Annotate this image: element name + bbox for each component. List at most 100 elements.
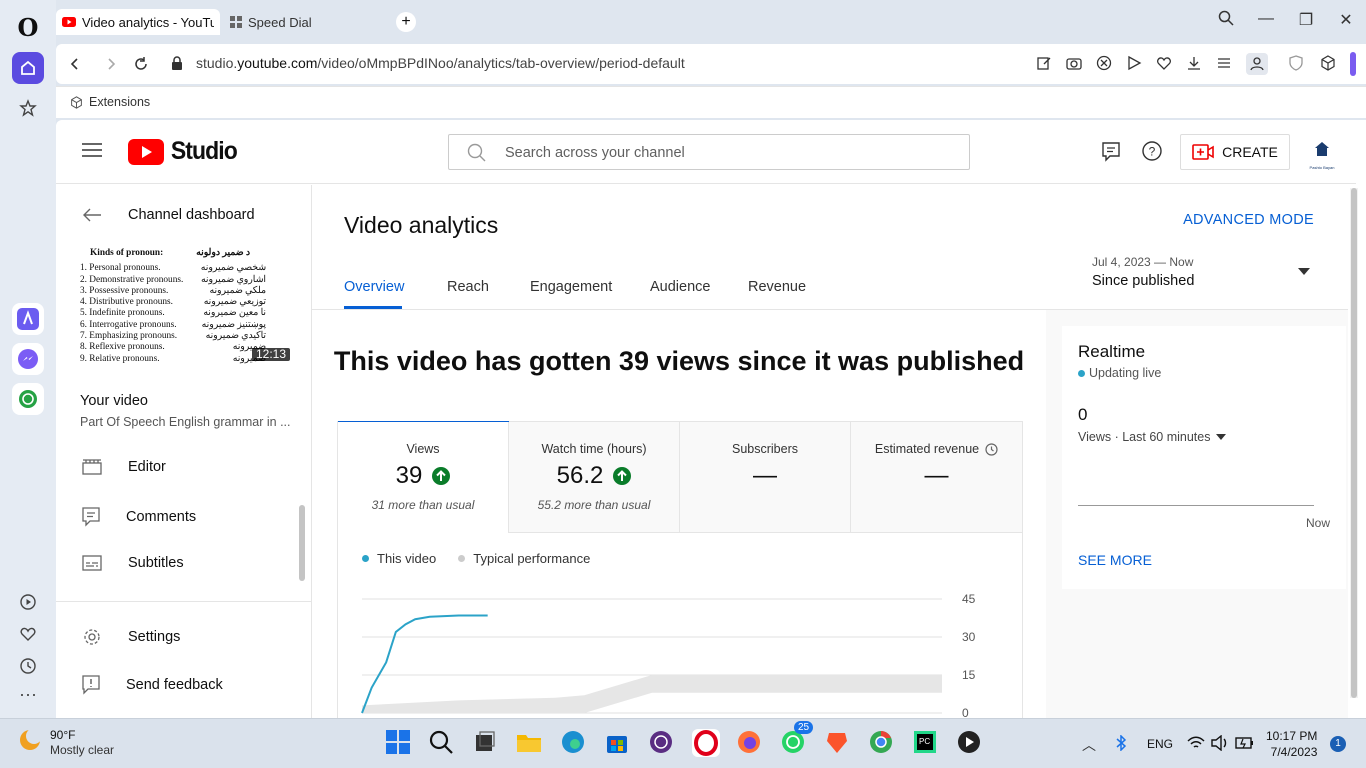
scroll-handle[interactable] <box>1350 52 1356 76</box>
edge-icon[interactable] <box>560 729 588 757</box>
forward-icon[interactable] <box>102 55 120 73</box>
advanced-mode-button[interactable]: ADVANCED MODE <box>1183 212 1314 228</box>
tab-reach[interactable]: Reach <box>447 279 489 295</box>
heart-icon[interactable] <box>1156 55 1174 73</box>
legend-label: Typical performance <box>473 551 591 566</box>
nav-settings[interactable]: Settings <box>82 627 180 647</box>
menu-icon[interactable] <box>82 142 102 158</box>
metric-card-views[interactable]: Views 39 31 more than usual <box>338 422 509 533</box>
tab-revenue[interactable]: Revenue <box>748 279 806 295</box>
y-tick-label: 30 <box>962 630 976 644</box>
opera-logo-icon[interactable]: O <box>14 14 42 42</box>
firefox-icon[interactable] <box>736 729 764 757</box>
tab-engagement[interactable]: Engagement <box>530 279 612 295</box>
wifi-icon[interactable] <box>1187 735 1205 751</box>
whatsapp-icon[interactable] <box>12 383 44 415</box>
metric-label: Estimated revenue <box>874 442 980 456</box>
player-icon[interactable] <box>12 586 44 618</box>
download-icon[interactable] <box>1186 55 1204 73</box>
volume-icon[interactable] <box>1211 735 1229 751</box>
help-icon[interactable]: ? <box>1142 141 1162 161</box>
adblock-icon[interactable] <box>1096 55 1114 73</box>
metric-card-watch-time[interactable]: Watch time (hours) 56.2 55.2 more than u… <box>509 422 680 533</box>
nav-subtitles[interactable]: Subtitles <box>82 555 184 571</box>
address-bar: studio.youtube.com/video/oMmpBPdINoo/ana… <box>56 44 1366 84</box>
nav-editor[interactable]: Editor <box>82 459 166 475</box>
language-indicator[interactable]: ENG <box>1147 737 1173 751</box>
aria-icon[interactable] <box>12 303 44 335</box>
home-icon[interactable] <box>12 52 44 84</box>
edit-icon[interactable] <box>1036 55 1054 73</box>
start-icon[interactable] <box>385 729 413 757</box>
reload-icon[interactable] <box>132 55 150 73</box>
profile-icon[interactable] <box>1246 53 1268 75</box>
tor-icon[interactable] <box>648 729 676 757</box>
channel-dashboard-link[interactable]: Channel dashboard <box>82 207 255 223</box>
windows-taskbar: 90°F Mostly clear 25 PC ︿ ENG 10:17 PM 7… <box>0 718 1366 768</box>
store-icon[interactable] <box>604 729 632 757</box>
more-icon[interactable]: ··· <box>12 678 44 710</box>
file-explorer-icon[interactable] <box>516 729 544 757</box>
search-icon[interactable] <box>428 729 456 757</box>
nav-scrollbar[interactable] <box>299 505 305 581</box>
whatsapp-icon[interactable]: 25 <box>780 721 814 757</box>
heart-icon[interactable] <box>12 618 44 650</box>
camera-icon[interactable] <box>1066 55 1084 73</box>
tab-speed-dial[interactable]: Speed Dial <box>224 9 374 35</box>
tab-label: Video analytics - YouTube <box>82 14 214 30</box>
media-player-icon[interactable] <box>956 729 984 757</box>
url-field[interactable]: studio.youtube.com/video/oMmpBPdINoo/ana… <box>196 55 685 71</box>
date-range-picker[interactable]: Jul 4, 2023 — Now Since published <box>1092 255 1310 289</box>
avatar[interactable]: Pashto Bayan <box>1306 138 1338 170</box>
close-window-icon[interactable]: ✕ <box>1334 10 1358 30</box>
vpn-shield-icon[interactable] <box>1288 55 1306 73</box>
back-icon[interactable] <box>66 55 84 73</box>
weather-widget[interactable]: 90°F Mostly clear <box>18 728 114 758</box>
extensions-button[interactable]: Extensions <box>70 95 150 109</box>
new-tab-button[interactable]: + <box>396 12 416 32</box>
thumbnail-row-ps: نا معين ضميرونه <box>203 308 266 319</box>
nav-send-feedback[interactable]: Send feedback <box>82 675 223 695</box>
pycharm-icon[interactable]: PC <box>912 729 940 757</box>
video-title[interactable]: Part Of Speech English grammar in ... <box>80 415 291 429</box>
studio-logo[interactable]: Studio <box>128 137 240 166</box>
messages-icon[interactable] <box>1102 142 1120 162</box>
tab-overview[interactable]: Overview <box>344 279 404 295</box>
tray-overflow-icon[interactable]: ︿ <box>1082 735 1096 755</box>
lock-icon[interactable] <box>170 55 188 73</box>
nav-label: Settings <box>128 629 181 645</box>
create-button[interactable]: CREATE <box>1180 134 1290 170</box>
nav-comments[interactable]: Comments <box>82 507 196 527</box>
tab-audience[interactable]: Audience <box>650 279 710 295</box>
star-icon[interactable] <box>12 92 44 124</box>
messenger-icon[interactable] <box>12 343 44 375</box>
thumbnail-row-ps: شخصي ضميرونه <box>200 263 266 274</box>
legend-typical[interactable]: Typical performance <box>458 551 590 566</box>
bluetooth-icon[interactable] <box>1114 735 1128 751</box>
restore-icon[interactable]: ❐ <box>1294 10 1318 30</box>
metric-card-revenue[interactable]: Estimated revenue — <box>851 422 1022 533</box>
minimize-icon[interactable]: — <box>1254 10 1278 28</box>
thumbnail-row-ps: ملكي ضميرونه <box>209 285 266 296</box>
easy-setup-icon[interactable] <box>1216 55 1234 73</box>
task-view-icon[interactable] <box>472 729 500 757</box>
legend-swatch <box>458 555 466 562</box>
video-thumbnail[interactable]: Kinds of pronoun: د ضمير دولونه 1. Perso… <box>80 248 290 368</box>
arrow-up-icon <box>432 467 451 485</box>
battery-icon[interactable] <box>1235 735 1255 751</box>
clock[interactable]: 10:17 PM 7/4/2023 <box>1266 728 1317 760</box>
send-icon[interactable] <box>1126 55 1144 73</box>
search-input[interactable]: Search across your channel <box>448 134 970 170</box>
legend-this-video[interactable]: This video <box>362 551 436 566</box>
page-scrollbar[interactable] <box>1350 188 1358 698</box>
tab-search-icon[interactable] <box>1214 10 1238 31</box>
notification-count[interactable]: 1 <box>1330 736 1346 752</box>
see-more-button[interactable]: SEE MORE <box>1078 552 1152 568</box>
opera-icon[interactable] <box>692 729 720 757</box>
brave-icon[interactable] <box>824 729 852 757</box>
extension-cube-icon[interactable] <box>1320 55 1338 73</box>
realtime-metric-dropdown[interactable]: Views · Last 60 minutes <box>1078 430 1227 444</box>
tab-video-analytics[interactable]: Video analytics - YouTube <box>56 9 220 35</box>
metric-card-subscribers[interactable]: Subscribers — <box>680 422 851 533</box>
chrome-icon[interactable] <box>868 729 896 757</box>
